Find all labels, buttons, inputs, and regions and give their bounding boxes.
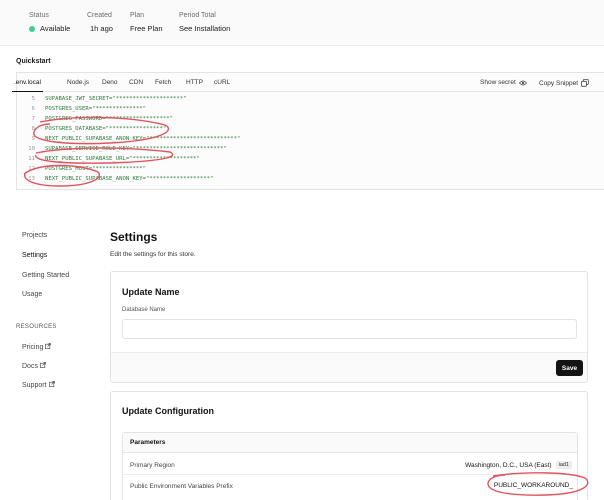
region-code-badge: iad1	[555, 461, 572, 469]
quickstart-panel: .env.local Node.js Deno CDN Fetch HTTP c…	[12, 72, 604, 190]
card-title: Update Configuration	[122, 406, 214, 416]
external-link-icon	[48, 381, 55, 387]
tab-curl[interactable]: cURL	[214, 79, 230, 86]
tab-cdn[interactable]: CDN	[129, 79, 143, 86]
param-row-region: Primary Region Washington, D.C., USA (Ea…	[123, 454, 577, 476]
code-line: 5 SUPABASE_JWT_SECRET="******************…	[31, 96, 187, 102]
parameters-heading: Parameters	[123, 433, 577, 453]
sidebar-link-label: Pricing	[22, 344, 44, 351]
tab-deno[interactable]: Deno	[102, 79, 118, 86]
eye-icon	[518, 80, 527, 85]
quickstart-title: Quickstart	[16, 58, 51, 65]
sidebar-link-pricing[interactable]: Pricing	[22, 343, 52, 351]
stat-label: Status	[29, 12, 49, 19]
database-name-label: Database Name	[122, 307, 166, 313]
quickstart-tabs: .env.local Node.js Deno CDN Fetch HTTP c…	[12, 73, 604, 92]
stat-status: Status Available	[29, 12, 70, 33]
sidebar-link-support[interactable]: Support	[22, 381, 55, 389]
code-line: 11 NEXT_PUBLIC_SUPABASE_URL="************…	[28, 156, 200, 162]
prefix-value[interactable]: PUBLIC_WORKAROUND_	[490, 479, 577, 492]
tab-fetch[interactable]: Fetch	[155, 79, 171, 86]
page-subtitle: Edit the settings for this store.	[110, 251, 196, 258]
param-row-prefix: Public Environment Variables Prefix PUBL…	[123, 474, 577, 496]
save-button[interactable]: Save	[556, 360, 583, 376]
stat-label: Period Total	[179, 12, 216, 19]
stat-period-total: Period Total See Installation	[179, 12, 230, 33]
stat-created: Created 1h ago	[87, 12, 113, 33]
sidebar-item-usage[interactable]: Usage	[22, 291, 42, 298]
code-line: 12 POSTGRES_HOST="**************"	[28, 166, 147, 172]
code-line: 6 POSTGRES_USER="**************"	[31, 106, 147, 112]
stat-value: Free Plan	[130, 24, 163, 33]
stat-label: Created	[87, 12, 112, 19]
stat-plan: Plan Free Plan	[130, 12, 163, 33]
database-name-input[interactable]	[122, 319, 577, 339]
parameters-table: Parameters Primary Region Washington, D.…	[122, 432, 578, 500]
sidebar-link-docs[interactable]: Docs	[22, 362, 46, 370]
stat-value[interactable]: See Installation	[179, 24, 230, 33]
stat-value: Available	[40, 24, 71, 33]
code-line: 13 NEXT_PUBLIC_SUPABASE_ANON_KEY="*******…	[28, 176, 214, 182]
page-title: Settings	[110, 230, 158, 244]
update-name-card: Update Name Database Name Save	[110, 271, 588, 383]
tab-nodejs[interactable]: Node.js	[67, 79, 89, 86]
external-link-icon	[45, 343, 52, 349]
sidebar-item-getting-started[interactable]: Getting Started	[22, 272, 69, 279]
show-secret-label: Show secret	[480, 79, 516, 86]
store-stats-bar: Status Available Created 1h ago Plan Fre…	[0, 0, 604, 46]
code-line: 10 SUPABASE_SERVICE_ROLE_KEY="***********…	[28, 146, 227, 152]
param-key: Primary Region	[130, 462, 175, 469]
copy-snippet-button[interactable]: Copy Snippet	[539, 79, 589, 87]
copy-snippet-label: Copy Snippet	[539, 79, 579, 87]
tab-env-local[interactable]: .env.local	[12, 79, 43, 92]
param-value: Washington, D.C., USA (East)	[465, 461, 552, 469]
copy-icon	[581, 79, 589, 87]
stat-label: Plan	[130, 12, 145, 19]
code-line: 9 NEXT_PUBLIC_SUPABASE_ANON_KEY="********…	[31, 136, 241, 142]
external-link-icon	[40, 362, 46, 368]
sidebar-item-settings[interactable]: Settings	[22, 252, 47, 259]
card-title: Update Name	[122, 287, 180, 297]
code-line: 7 POSTGRES_PASSWORD="******************"	[31, 116, 173, 122]
tab-http[interactable]: HTTP	[186, 79, 203, 86]
code-line: 8 POSTGRES_DATABASE="****************"	[31, 126, 167, 132]
resources-heading: RESOURCES	[16, 324, 57, 330]
sidebar-item-projects[interactable]: Projects	[22, 232, 47, 239]
card-footer: Save	[111, 352, 587, 382]
status-dot-icon	[29, 25, 35, 32]
sidebar-link-label: Support	[22, 382, 47, 389]
sidebar-link-label: Docs	[22, 363, 38, 370]
show-secret-button[interactable]: Show secret	[480, 79, 527, 86]
param-key: Public Environment Variables Prefix	[130, 483, 233, 490]
stat-value: 1h ago	[90, 24, 113, 33]
update-configuration-card: Update Configuration Parameters Primary …	[110, 391, 588, 500]
